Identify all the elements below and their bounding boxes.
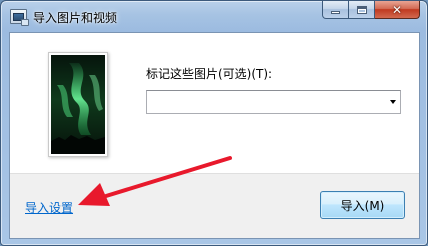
tag-label: 标记这些图片(可选)(T): <box>146 67 273 81</box>
tag-input[interactable] <box>147 91 380 113</box>
import-photos-icon <box>10 9 29 26</box>
import-dialog-window: 导入图片和视频 ✕ 标记这些图片(可选)(T): 导入设置 导入(M) <box>0 0 428 246</box>
footer-divider <box>10 173 419 174</box>
dialog-body: 标记这些图片(可选)(T): 导入设置 导入(M) <box>9 32 420 239</box>
aurora-image <box>51 55 105 154</box>
maximize-button[interactable] <box>349 1 375 19</box>
chevron-down-icon[interactable] <box>390 100 396 104</box>
content-area: 标记这些图片(可选)(T): <box>10 33 419 173</box>
title-bar[interactable]: 导入图片和视频 ✕ <box>1 1 427 33</box>
caption-buttons: ✕ <box>322 1 420 20</box>
import-button[interactable]: 导入(M) <box>320 191 405 219</box>
minimize-button[interactable] <box>322 1 349 19</box>
minimize-icon <box>331 11 340 14</box>
import-settings-link[interactable]: 导入设置 <box>25 199 73 216</box>
tag-combobox[interactable] <box>146 90 401 114</box>
image-thumbnail <box>48 52 108 157</box>
maximize-icon <box>356 5 367 14</box>
window-title: 导入图片和视频 <box>33 11 118 25</box>
close-icon: ✕ <box>391 2 403 17</box>
close-button[interactable]: ✕ <box>375 1 420 19</box>
